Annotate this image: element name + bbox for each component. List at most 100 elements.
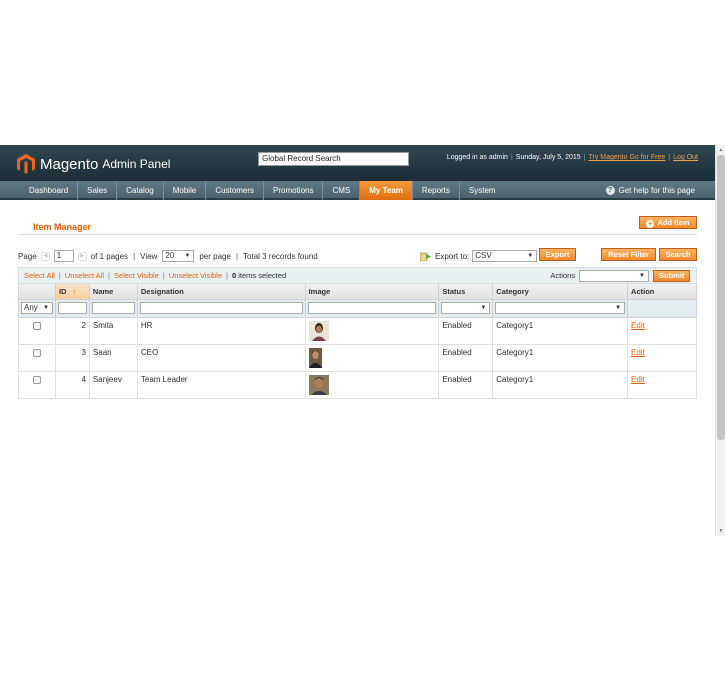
nav-item-promotions[interactable]: Promotions	[264, 181, 324, 200]
page-title: Item Manager	[33, 222, 92, 232]
column-header-category[interactable]: Category	[492, 284, 629, 300]
nav-item-reports[interactable]: Reports	[413, 181, 460, 200]
massaction-controls: Actions ▼ Submit	[550, 269, 690, 282]
select-all-link[interactable]: Select All	[24, 271, 55, 280]
export-button[interactable]: Export	[539, 248, 576, 261]
per-page-select[interactable]: 20 ▼	[162, 250, 195, 262]
chevron-down-icon: ▼	[615, 305, 622, 311]
column-header-id[interactable]: ID ↑	[54, 284, 90, 300]
row-category: Category1	[492, 370, 629, 399]
massaction-links: Select All | Unselect All | Select Visible | U…	[24, 271, 287, 280]
table-row: 2 Smita HR Enabled Category1 Edit	[18, 316, 697, 345]
brand-subtitle: Admin Panel	[102, 157, 171, 171]
edit-link[interactable]: Edit	[631, 348, 645, 357]
status-filter-select[interactable]: ▼	[441, 302, 491, 314]
export-format-select[interactable]: CSV ▼	[472, 250, 538, 262]
add-item-button[interactable]: + Add Item	[639, 216, 697, 229]
row-id: 2	[54, 316, 90, 345]
nav-item-customers[interactable]: Customers	[206, 181, 264, 200]
row-id: 4	[54, 370, 90, 399]
logout-link[interactable]: Log Out	[673, 154, 698, 161]
row-checkbox[interactable]	[32, 348, 41, 357]
header-user-info: Logged in as admin | Sunday, July 5, 2015 |…	[446, 154, 698, 161]
column-header-select	[18, 284, 56, 300]
help-label: Get help for this page	[618, 186, 696, 195]
table-row: 4 Sanjeev Team Leader Enabled Category1 …	[18, 370, 697, 399]
try-magento-link[interactable]: Try Magento Go for Free	[588, 154, 665, 161]
scrollbar-thumb[interactable]	[717, 155, 725, 440]
magento-logo-icon	[17, 154, 35, 174]
title-divider	[18, 234, 697, 235]
edit-link[interactable]: Edit	[631, 321, 645, 330]
id-filter-input[interactable]	[57, 302, 87, 314]
plus-icon: +	[646, 219, 655, 228]
per-page-label: per page	[199, 251, 231, 261]
column-header-designation[interactable]: Designation	[136, 284, 306, 300]
column-header-image[interactable]: Image	[304, 284, 440, 300]
row-checkbox[interactable]	[32, 375, 41, 384]
name-filter-input[interactable]	[91, 302, 135, 314]
nav-item-catalog[interactable]: Catalog	[117, 181, 164, 200]
per-page-value: 20	[165, 251, 175, 260]
export-control: Export to: CSV ▼	[420, 249, 538, 263]
logged-in-text: Logged in as admin	[446, 154, 508, 161]
page-number-input[interactable]: 1	[53, 250, 74, 262]
export-format-value: CSV	[475, 251, 492, 260]
pager-separator: |	[235, 251, 239, 261]
chevron-down-icon: ▼	[184, 253, 191, 259]
chevron-down-icon: ▼	[527, 253, 534, 259]
column-header-action: Action	[627, 284, 697, 300]
prev-page-icon[interactable]: ◀	[40, 251, 50, 261]
search-button[interactable]: Search	[659, 248, 697, 261]
row-category: Category1	[492, 316, 629, 345]
row-id: 3	[54, 343, 90, 372]
row-name: Saan	[88, 343, 138, 372]
scroll-down-icon[interactable]: ▼	[716, 526, 725, 536]
select-filter[interactable]: Any ▼	[21, 302, 53, 314]
help-icon: ?	[605, 186, 615, 195]
edit-link[interactable]: Edit	[631, 375, 645, 384]
magento-logo[interactable]: Magento Admin Panel	[17, 153, 170, 175]
unselect-visible-link[interactable]: Unselect Visible	[169, 271, 222, 280]
row-category: Category1	[492, 343, 629, 372]
nav-item-my-team[interactable]: My Team	[360, 181, 413, 200]
row-designation: CEO	[136, 343, 306, 372]
nav-item-cms[interactable]: CMS	[323, 181, 361, 200]
grid-header-row: ID ↑ Name Designation Image Status Catego…	[18, 284, 697, 300]
row-status: Enabled	[438, 370, 494, 399]
row-checkbox[interactable]	[32, 321, 41, 330]
actions-select[interactable]: ▼	[579, 269, 649, 282]
selected-label: items selected	[238, 271, 287, 280]
column-header-status[interactable]: Status	[438, 284, 494, 300]
total-records-text: Total 3 records found	[243, 251, 318, 261]
item-grid: ID ↑ Name Designation Image Status Catego…	[18, 284, 697, 399]
vertical-scrollbar[interactable]: ▲ ▼	[715, 145, 725, 536]
reset-filter-button[interactable]: Reset Filter	[601, 248, 656, 261]
row-designation: Team Leader	[136, 370, 306, 399]
member-photo	[308, 320, 329, 341]
nav-item-sales[interactable]: Sales	[78, 181, 118, 200]
nav-item-system[interactable]: System	[460, 181, 505, 200]
help-link[interactable]: ? Get help for this page	[605, 181, 696, 200]
image-filter-input[interactable]	[307, 302, 437, 314]
unselect-all-link[interactable]: Unselect All	[65, 271, 104, 280]
select-visible-link[interactable]: Select Visible	[114, 271, 159, 280]
submit-button[interactable]: Submit	[653, 269, 690, 282]
row-name: Smita	[88, 316, 138, 345]
chevron-down-icon: ▼	[639, 272, 645, 279]
designation-filter-input[interactable]	[139, 302, 303, 314]
scroll-up-icon[interactable]: ▲	[716, 145, 725, 155]
next-page-icon[interactable]: ▶	[77, 251, 87, 261]
nav-item-mobile[interactable]: Mobile	[164, 181, 207, 200]
global-search-input[interactable]: Global Record Search	[258, 152, 409, 166]
header-bar: Magento Admin Panel Global Record Search…	[0, 145, 715, 181]
category-filter-select[interactable]: ▼	[495, 302, 626, 314]
date-text: Sunday, July 5, 2015	[515, 154, 581, 161]
brand-name: Magento	[40, 155, 99, 173]
member-photo	[308, 374, 329, 395]
main-nav: Dashboard Sales Catalog Mobile Customers…	[0, 181, 715, 200]
nav-item-dashboard[interactable]: Dashboard	[20, 181, 79, 200]
chevron-down-icon: ▼	[480, 305, 487, 311]
column-header-name[interactable]: Name	[88, 284, 138, 300]
row-status: Enabled	[438, 343, 494, 372]
